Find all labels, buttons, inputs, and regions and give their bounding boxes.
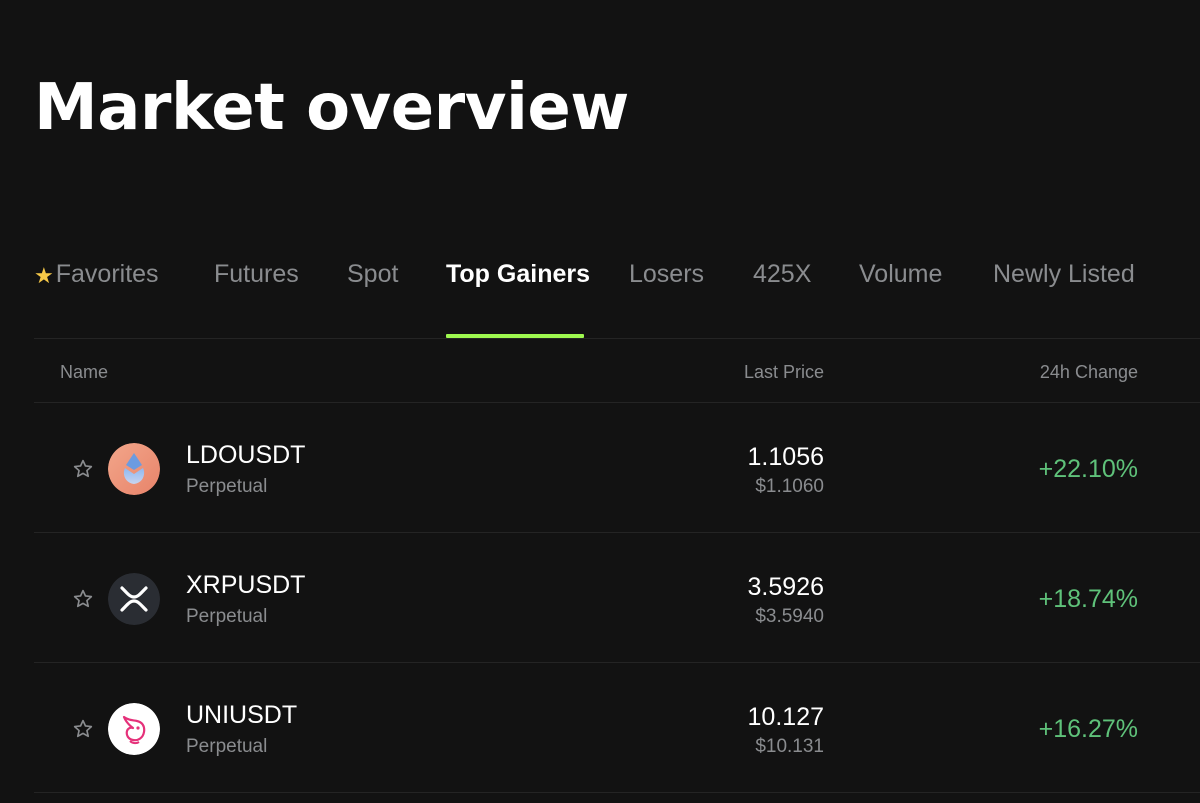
last-price: 3.5926 <box>747 573 824 601</box>
tab-425x[interactable]: 425X <box>753 260 811 338</box>
last-price: 1.1056 <box>747 443 824 471</box>
column-header-24h-change[interactable]: 24h Change <box>1040 362 1138 383</box>
tab-label: Futures <box>214 260 299 288</box>
pair-symbol: UNIUSDT <box>186 701 298 729</box>
xrp-logo-icon <box>108 573 160 625</box>
table-row[interactable]: XRPUSDT Perpetual 3.5926 $3.5940 +18.74% <box>34 532 1200 663</box>
tab-label: Spot <box>347 260 399 288</box>
contract-type: Perpetual <box>186 476 268 497</box>
tab-label: Top Gainers <box>446 260 591 288</box>
table-row[interactable]: LDOUSDT Perpetual 1.1056 $1.1060 +22.10% <box>34 402 1200 533</box>
price-usd: $3.5940 <box>755 606 824 627</box>
tab-volume[interactable]: Volume <box>859 260 942 338</box>
tab-futures[interactable]: Futures <box>214 260 299 338</box>
star-outline-icon[interactable] <box>72 588 94 610</box>
tab-losers[interactable]: Losers <box>629 260 704 338</box>
tab-label: 425X <box>753 260 812 288</box>
change-24h: +18.74% <box>1038 585 1138 613</box>
tabs-divider <box>34 338 1200 339</box>
pair-symbol: XRPUSDT <box>186 571 306 599</box>
contract-type: Perpetual <box>186 736 268 757</box>
contract-type: Perpetual <box>186 606 268 627</box>
market-tabs: ★ Favorites Futures Spot Top Gainers Los… <box>34 260 1200 340</box>
page-title: Market overview <box>34 71 629 145</box>
star-outline-icon[interactable] <box>72 458 94 480</box>
uniswap-logo-icon <box>108 703 160 755</box>
star-icon: ★ <box>34 263 54 288</box>
price-usd: $1.1060 <box>755 476 824 497</box>
column-header-last-price[interactable]: Last Price <box>744 362 824 383</box>
tab-label: Volume <box>859 260 943 288</box>
tab-top-gainers[interactable]: Top Gainers <box>446 260 590 338</box>
tab-newly-listed[interactable]: Newly Listed <box>993 260 1135 338</box>
tab-label: Favorites <box>55 260 159 288</box>
column-header-name[interactable]: Name <box>60 362 108 383</box>
table-header: Name Last Price 24h Change <box>34 340 1200 402</box>
tab-spot[interactable]: Spot <box>347 260 398 338</box>
price-usd: $10.131 <box>755 736 824 757</box>
lido-logo-icon <box>108 443 160 495</box>
last-price: 10.127 <box>747 703 824 731</box>
change-24h: +22.10% <box>1038 455 1138 483</box>
table-row[interactable]: UNIUSDT Perpetual 10.127 $10.131 +16.27% <box>34 662 1200 793</box>
pair-symbol: LDOUSDT <box>186 441 306 469</box>
table-row-divider <box>34 792 1200 803</box>
change-24h: +16.27% <box>1038 715 1138 743</box>
tab-label: Losers <box>629 260 705 288</box>
star-outline-icon[interactable] <box>72 718 94 740</box>
tab-label: Newly Listed <box>993 260 1135 288</box>
tab-favorites[interactable]: ★ Favorites <box>34 260 159 338</box>
